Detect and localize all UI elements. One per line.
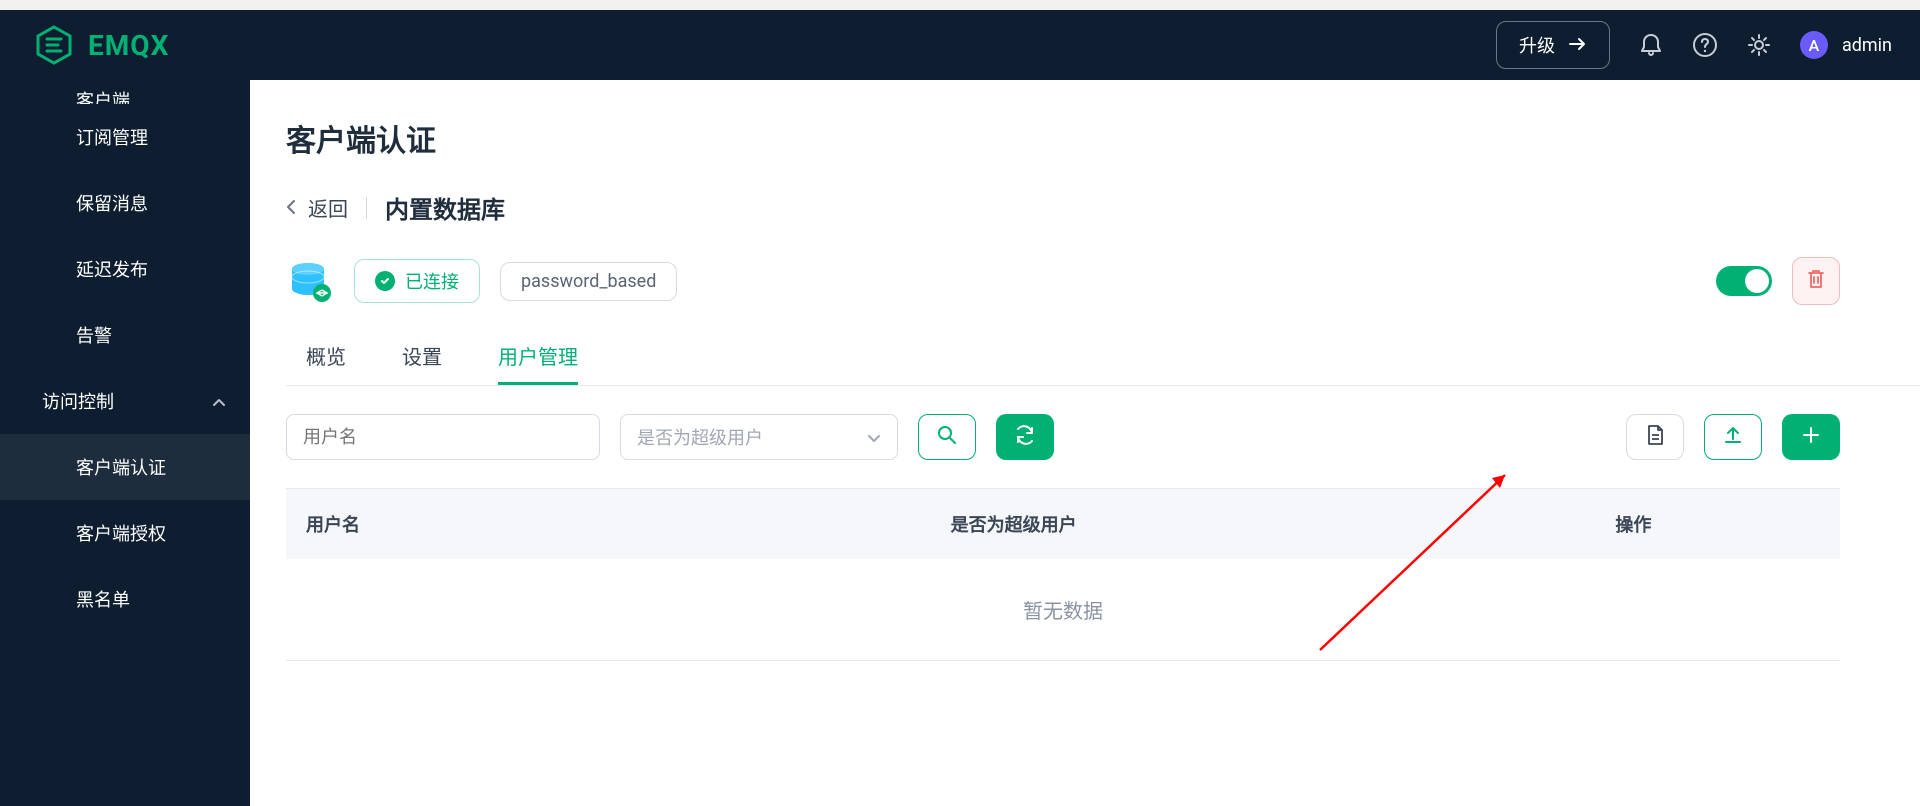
sidebar-item-label: 客户端授权: [76, 524, 166, 545]
upgrade-label: 升级: [1519, 32, 1555, 58]
connection-row: 已连接 password_based: [286, 257, 1920, 305]
sidebar-item-authn[interactable]: 客户端认证: [0, 434, 250, 500]
check-icon: [375, 271, 395, 291]
trash-icon: [1806, 268, 1826, 294]
toggle-knob: [1745, 269, 1769, 293]
sidebar-item-label: 订阅管理: [76, 128, 148, 149]
tab-settings[interactable]: 设置: [402, 329, 442, 385]
sidebar-item-label: 延迟发布: [76, 260, 148, 281]
sidebar-item-label: 客户端认证: [76, 458, 166, 479]
sidebar-item-retained[interactable]: 保留消息: [0, 170, 250, 236]
toolbar: 是否为超级用户: [286, 386, 1920, 488]
export-button[interactable]: [1626, 414, 1684, 460]
users-table: 用户名 是否为超级用户 操作 暂无数据: [286, 488, 1840, 661]
search-icon: [937, 425, 957, 449]
sidebar-item-partial[interactable]: 客户端: [0, 84, 250, 104]
sidebar: 客户端 订阅管理 保留消息 延迟发布 告警 访问控制 客户端认证 客户端授权 黑…: [0, 80, 250, 806]
back-label: 返回: [308, 193, 348, 222]
table-empty: 暂无数据: [286, 559, 1840, 661]
delete-button[interactable]: [1792, 257, 1840, 305]
sidebar-item-alarm[interactable]: 告警: [0, 302, 250, 368]
tabs: 概览 设置 用户管理: [286, 329, 1920, 386]
add-button[interactable]: [1782, 414, 1840, 460]
sidebar-item-blacklist[interactable]: 黑名单: [0, 566, 250, 632]
sidebar-item-label: 保留消息: [76, 194, 148, 215]
sidebar-item-authz[interactable]: 客户端授权: [0, 500, 250, 566]
brand-name: EMQX: [88, 29, 169, 62]
status-label: 已连接: [405, 268, 459, 294]
avatar: A: [1800, 31, 1828, 59]
search-button[interactable]: [918, 414, 976, 460]
sidebar-section-access[interactable]: 访问控制: [0, 368, 250, 434]
sidebar-section-label: 访问控制: [42, 388, 114, 414]
status-badge: 已连接: [354, 259, 480, 303]
tab-overview[interactable]: 概览: [306, 329, 346, 385]
tab-users[interactable]: 用户管理: [498, 329, 578, 385]
table-header: 用户名 是否为超级用户 操作: [286, 488, 1840, 559]
sidebar-item-label: 黑名单: [76, 590, 130, 611]
brand[interactable]: EMQX: [28, 25, 169, 65]
gear-icon[interactable]: [1746, 32, 1772, 58]
col-username: 用户名: [306, 511, 811, 537]
header-right: 升级 A admin: [1496, 21, 1892, 69]
import-button[interactable]: [1704, 414, 1762, 460]
plus-icon: [1801, 425, 1821, 449]
bell-icon[interactable]: [1638, 32, 1664, 58]
chevron-left-icon: [286, 196, 296, 220]
upgrade-button[interactable]: 升级: [1496, 21, 1610, 69]
tab-label: 用户管理: [498, 345, 578, 369]
refresh-icon: [1014, 425, 1036, 449]
page-title: 客户端认证: [286, 116, 1920, 160]
database-icon: [286, 257, 334, 305]
refresh-button[interactable]: [996, 414, 1054, 460]
chevron-up-icon: [212, 391, 226, 412]
arrow-right-icon: [1569, 35, 1587, 56]
top-header: EMQX 升级 A admin: [0, 0, 1920, 80]
sidebar-item-subscriptions[interactable]: 订阅管理: [0, 104, 250, 170]
select-placeholder: 是否为超级用户: [637, 424, 763, 450]
tab-label: 设置: [402, 345, 442, 369]
breadcrumb: 返回 内置数据库: [286, 190, 1920, 225]
col-actions: 操作: [1315, 511, 1820, 537]
back-button[interactable]: 返回: [286, 193, 348, 222]
user-menu[interactable]: A admin: [1800, 31, 1892, 59]
col-superuser: 是否为超级用户: [811, 511, 1316, 537]
brand-logo-icon: [34, 25, 74, 65]
username-input[interactable]: [286, 414, 600, 460]
document-icon: [1646, 424, 1664, 450]
upload-icon: [1723, 425, 1743, 449]
enable-toggle[interactable]: [1716, 266, 1772, 296]
type-tag: password_based: [500, 262, 677, 301]
help-icon[interactable]: [1692, 32, 1718, 58]
user-name: admin: [1842, 35, 1892, 56]
main-content: 客户端认证 返回 内置数据库: [250, 80, 1920, 806]
chevron-down-icon: [867, 427, 881, 448]
tab-label: 概览: [306, 345, 346, 369]
sidebar-item-delayed[interactable]: 延迟发布: [0, 236, 250, 302]
sidebar-item-label: 告警: [76, 326, 112, 347]
divider: [366, 197, 367, 219]
superuser-select[interactable]: 是否为超级用户: [620, 414, 898, 460]
page-subtitle: 内置数据库: [385, 190, 505, 225]
